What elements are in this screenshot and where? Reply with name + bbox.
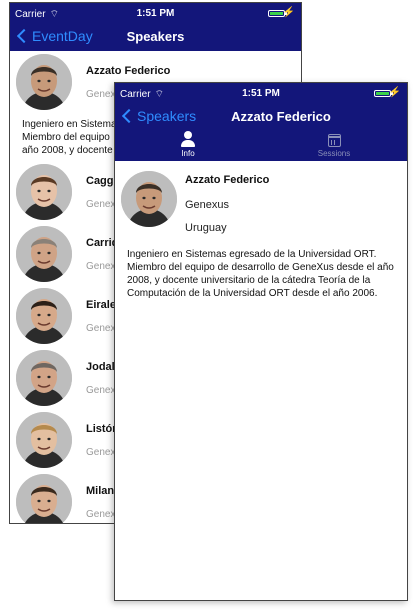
avatar [121,171,177,227]
navbar: Carrier ⌔ 1:51 PM ⚡ EventDay Speakers [10,3,301,51]
speaker-detail-screen: Carrier ⌔ 1:51 PM ⚡ Speakers Azzato Feder… [114,82,408,601]
status-bar: Carrier ⌔ 1:51 PM ⚡ [10,3,301,23]
status-time: 1:51 PM [242,88,280,99]
charging-icon: ⚡ [282,7,295,18]
speaker-name: Azzato Federico [185,174,270,186]
avatar [16,288,72,344]
speaker-name: Azzato Federico [86,64,171,77]
page-title: Azzato Federico [231,109,331,124]
calendar-icon [327,134,341,147]
speaker-country: Uruguay [185,222,227,234]
avatar [16,54,72,110]
speaker-bio: Ingeniero en Sistemas egresado de la Uni… [127,249,394,299]
tab-label: Sessions [317,149,351,158]
tab-label: Info [181,149,195,158]
tab-sessions[interactable]: Sessions [261,131,407,161]
charging-icon: ⚡ [388,87,401,98]
avatar [16,412,72,468]
avatar [16,226,72,282]
tab-bar: Info Sessions [115,131,407,161]
navbar: Carrier ⌔ 1:51 PM ⚡ Speakers Azzato Feder… [115,83,407,161]
avatar [16,350,72,406]
status-bar: Carrier ⌔ 1:51 PM ⚡ [115,83,407,103]
person-icon [180,131,196,147]
tab-info[interactable]: Info [115,131,261,161]
page-title: Speakers [126,29,185,44]
speaker-header: Azzato Federico Genexus Uruguay [115,161,407,234]
avatar [16,474,72,523]
avatar [16,164,72,220]
status-time: 1:51 PM [136,8,175,19]
chevron-left-icon [121,108,137,124]
speaker-company: Genexus [185,199,230,211]
